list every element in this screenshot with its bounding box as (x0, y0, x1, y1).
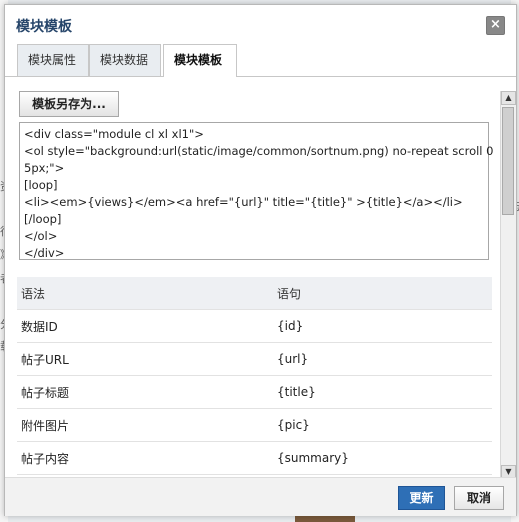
module-template-dialog: 模块模板 × 模块属性 模块数据 模块模板 模板另存为... <div clas… (4, 4, 517, 516)
table-row: 帖子标题 {title} (17, 375, 492, 409)
update-button[interactable]: 更新 (398, 486, 445, 510)
close-button[interactable]: × (486, 16, 505, 35)
code-line: <div class="module cl xl xl1"> (24, 127, 204, 141)
cancel-button[interactable]: 取消 (454, 486, 504, 510)
table-header-row: 语法 语句 (17, 277, 492, 310)
table-row: 帖子URL {url} (17, 342, 492, 376)
save-template-as-button[interactable]: 模板另存为... (19, 91, 119, 117)
scroll-thumb[interactable] (502, 107, 514, 215)
template-code-editor[interactable]: <div class="module cl xl xl1"> <ol style… (19, 122, 494, 260)
table-row: 附件图片 {pic} (17, 408, 492, 442)
table-row: 帖子内容 {summary} (17, 441, 492, 475)
syntax-cell: 帖子内容 (17, 441, 277, 475)
tab-module-data[interactable]: 模块数据 (89, 44, 161, 76)
statement-cell: {url} (277, 342, 492, 376)
code-line: 5px;"> (24, 161, 65, 175)
code-line: </div> (24, 246, 65, 260)
code-line: [/loop] (24, 212, 62, 226)
dialog-footer: 更新 取消 (5, 477, 516, 516)
tab-module-properties[interactable]: 模块属性 (17, 44, 89, 76)
syntax-cell: 附件图片 (17, 408, 277, 442)
close-icon: × (490, 17, 501, 32)
statement-cell: {pic} (277, 408, 492, 442)
syntax-cell: 数据ID (17, 309, 277, 343)
column-header-syntax: 语法 (17, 277, 277, 310)
statement-cell: {summary} (277, 441, 492, 475)
dialog-title: 模块模板 (16, 19, 72, 35)
column-header-statement: 语句 (277, 277, 492, 310)
code-line: </ol> (24, 229, 58, 243)
code-line: <ol style="background:url(static/image/c… (24, 144, 494, 158)
dialog-title-bar: 模块模板 × (5, 5, 516, 41)
scroll-up-arrow-icon[interactable]: ▲ (501, 91, 516, 105)
syntax-cell: 帖子URL (17, 342, 277, 376)
code-line: <li><em>{views}</em><a href="{url}" titl… (24, 195, 463, 209)
syntax-cell: 帖子标题 (17, 375, 277, 409)
statement-cell: {title} (277, 375, 492, 409)
table-row: 数据ID {id} (17, 309, 492, 343)
template-panel: 模板另存为... <div class="module cl xl xl1"> … (5, 77, 516, 479)
tab-module-template[interactable]: 模块模板 (163, 44, 237, 77)
statement-cell: {id} (277, 309, 492, 343)
dialog-tabs: 模块属性 模块数据 模块模板 (5, 44, 516, 77)
code-line: [loop] (24, 178, 58, 192)
syntax-table: 语法 语句 数据ID {id} 帖子URL {url} 帖子标题 {title} (17, 277, 492, 475)
content-scrollbar[interactable]: ▲ ▼ (500, 91, 516, 479)
